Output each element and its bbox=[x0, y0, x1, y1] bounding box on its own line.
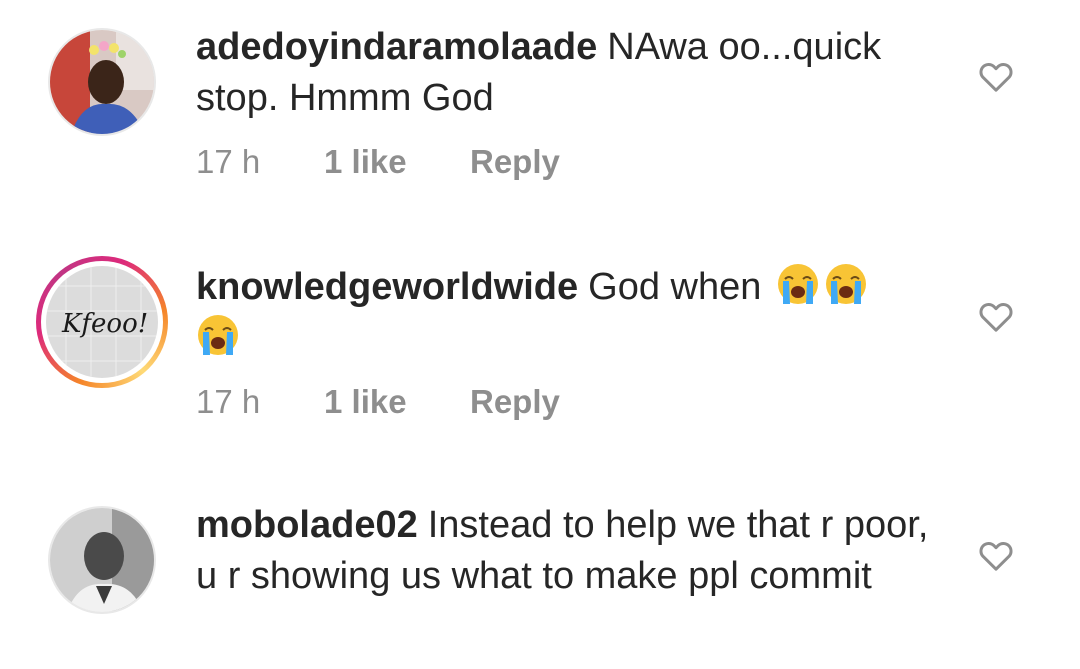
comment-likes[interactable]: 1 like bbox=[324, 143, 470, 181]
heart-outline-icon[interactable] bbox=[976, 296, 1016, 336]
avatar-logo: Kfeoo! bbox=[46, 266, 158, 378]
svg-text:Kfeoo!: Kfeoo! bbox=[61, 309, 148, 339]
comment-username[interactable]: mobolade02 bbox=[196, 504, 418, 546]
avatar[interactable] bbox=[48, 506, 156, 614]
loudly-crying-face-icon bbox=[825, 264, 866, 304]
comment-time: 17 h bbox=[196, 383, 261, 420]
reply-button[interactable]: Reply bbox=[470, 143, 560, 181]
heart-outline-icon[interactable] bbox=[976, 56, 1016, 96]
comment-username[interactable]: knowledgeworldwide bbox=[196, 266, 578, 308]
comment-username[interactable]: adedoyindaramolaade bbox=[196, 26, 597, 68]
comment-meta: 17 h 1 like Reply bbox=[196, 143, 560, 181]
heart-outline-icon[interactable] bbox=[976, 535, 1016, 575]
avatar[interactable] bbox=[48, 28, 156, 136]
avatar[interactable]: Kfeoo! bbox=[36, 256, 168, 388]
comment-text: adedoyindaramolaade NAwa oo...quick stop.… bbox=[196, 22, 936, 124]
loudly-crying-face-icon bbox=[198, 315, 238, 355]
comment-time: 17 h bbox=[196, 143, 261, 180]
loudly-crying-face-icon bbox=[777, 264, 818, 304]
reply-button[interactable]: Reply bbox=[470, 383, 560, 421]
comment-text: mobolade02 Instead to help we that r poor… bbox=[196, 500, 936, 602]
comment-meta: 17 h 1 like Reply bbox=[196, 383, 560, 421]
comment-text: knowledgeworldwide God when bbox=[196, 262, 936, 364]
comment-likes[interactable]: 1 like bbox=[324, 383, 470, 421]
comment-message: God when bbox=[588, 266, 762, 308]
